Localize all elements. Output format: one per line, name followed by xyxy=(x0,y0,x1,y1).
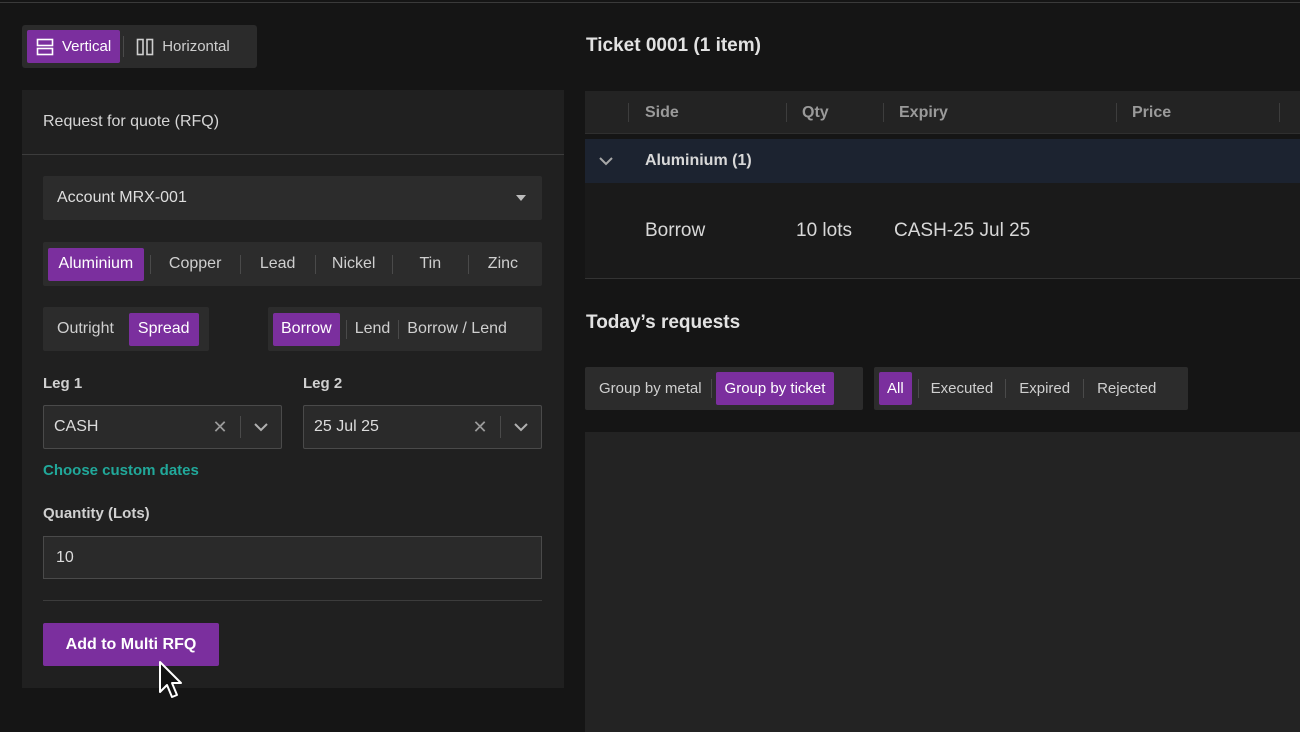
chevron-down-icon[interactable] xyxy=(241,422,281,432)
horizontal-layout-label: Horizontal xyxy=(162,38,230,55)
metal-option-lead[interactable]: Lead xyxy=(241,248,315,281)
column-separator xyxy=(628,103,629,122)
status-filter: All Executed Expired Rejected xyxy=(874,367,1188,410)
quantity-label: Quantity (Lots) xyxy=(43,505,150,522)
metal-option-zinc[interactable]: Zinc xyxy=(469,248,537,281)
leg2-select[interactable]: 25 Jul 25 ✕ xyxy=(303,405,542,449)
column-header-qty[interactable]: Qty xyxy=(802,91,829,134)
column-separator xyxy=(1279,103,1280,122)
type-option-spread[interactable]: Spread xyxy=(128,312,199,346)
column-header-expiry[interactable]: Expiry xyxy=(899,91,948,134)
metal-option-aluminium[interactable]: Aluminium xyxy=(48,247,144,281)
rfq-title: Request for quote (RFQ) xyxy=(22,90,564,155)
row-expiry: CASH-25 Jul 25 xyxy=(894,220,1031,241)
horizontal-layout-button[interactable]: Horizontal xyxy=(127,30,239,63)
row-side: Borrow xyxy=(645,220,706,241)
trade-type-selector: Outright Spread xyxy=(43,307,209,351)
filter-rejected[interactable]: Rejected xyxy=(1084,372,1169,405)
ticket-table-header: Side Qty Expiry Price xyxy=(585,91,1300,134)
quantity-input[interactable]: 10 xyxy=(43,536,542,579)
group-by-ticket-option[interactable]: Group by ticket xyxy=(715,372,835,405)
ticket-title: Ticket 0001 (1 item) xyxy=(586,35,761,56)
requests-list xyxy=(585,432,1300,732)
chevron-down-icon[interactable] xyxy=(501,422,541,432)
mouse-pointer-icon xyxy=(159,661,182,698)
vertical-layout-label: Vertical xyxy=(62,38,112,55)
caret-down-icon xyxy=(516,195,526,201)
column-header-side[interactable]: Side xyxy=(645,91,679,134)
horizontal-layout-icon xyxy=(136,38,154,55)
group-by-metal-option[interactable]: Group by metal xyxy=(590,372,711,405)
direction-option-borrow-lend[interactable]: Borrow / Lend xyxy=(399,313,515,346)
account-select[interactable]: Account MRX-001 xyxy=(43,176,542,220)
add-to-multi-rfq-button[interactable]: Add to Multi RFQ xyxy=(43,623,219,666)
rfq-panel: Request for quote (RFQ) Account MRX-001 … xyxy=(22,90,564,688)
filter-executed[interactable]: Executed xyxy=(919,372,1006,405)
metal-option-tin[interactable]: Tin xyxy=(393,248,468,281)
group-label: Aluminium (1) xyxy=(645,152,752,169)
top-divider xyxy=(0,2,1300,3)
leg2-value: 25 Jul 25 xyxy=(314,418,379,435)
metal-option-copper[interactable]: Copper xyxy=(151,248,240,281)
leg1-label: Leg 1 xyxy=(43,375,83,392)
account-value: Account MRX-001 xyxy=(57,189,187,206)
segment-separator xyxy=(710,379,712,398)
clear-icon[interactable]: ✕ xyxy=(200,417,240,438)
clear-icon[interactable]: ✕ xyxy=(460,417,500,438)
leg2-label: Leg 2 xyxy=(303,375,343,392)
form-divider xyxy=(43,600,542,601)
column-header-price[interactable]: Price xyxy=(1132,91,1171,134)
leg1-select[interactable]: CASH ✕ xyxy=(43,405,282,449)
direction-option-lend[interactable]: Lend xyxy=(347,313,399,346)
grouping-selector: Group by metal Group by ticket xyxy=(585,367,863,410)
filter-expired[interactable]: Expired xyxy=(1006,372,1083,405)
column-separator xyxy=(786,103,787,122)
filter-all[interactable]: All xyxy=(879,372,912,405)
row-qty: 10 lots xyxy=(796,220,852,241)
table-row[interactable]: Borrow 10 lots CASH-25 Jul 25 xyxy=(585,183,1300,279)
metal-option-nickel[interactable]: Nickel xyxy=(316,248,392,281)
column-separator xyxy=(1116,103,1117,122)
toggle-separator xyxy=(123,36,125,57)
leg1-value: CASH xyxy=(54,418,99,435)
column-separator xyxy=(883,103,884,122)
direction-selector: Borrow Lend Borrow / Lend xyxy=(268,307,542,351)
type-option-outright[interactable]: Outright xyxy=(48,313,123,346)
todays-requests-title: Today’s requests xyxy=(586,312,741,333)
layout-toggle: Vertical Horizontal xyxy=(22,25,257,68)
metal-selector: Aluminium Copper Lead Nickel Tin Zinc xyxy=(43,242,542,286)
vertical-layout-button[interactable]: Vertical xyxy=(27,30,121,63)
group-row-aluminium[interactable]: Aluminium (1) xyxy=(585,139,1300,183)
chevron-down-icon[interactable] xyxy=(585,156,627,166)
direction-option-borrow[interactable]: Borrow xyxy=(273,312,340,346)
choose-custom-dates-link[interactable]: Choose custom dates xyxy=(43,462,199,479)
vertical-layout-icon xyxy=(36,38,54,55)
